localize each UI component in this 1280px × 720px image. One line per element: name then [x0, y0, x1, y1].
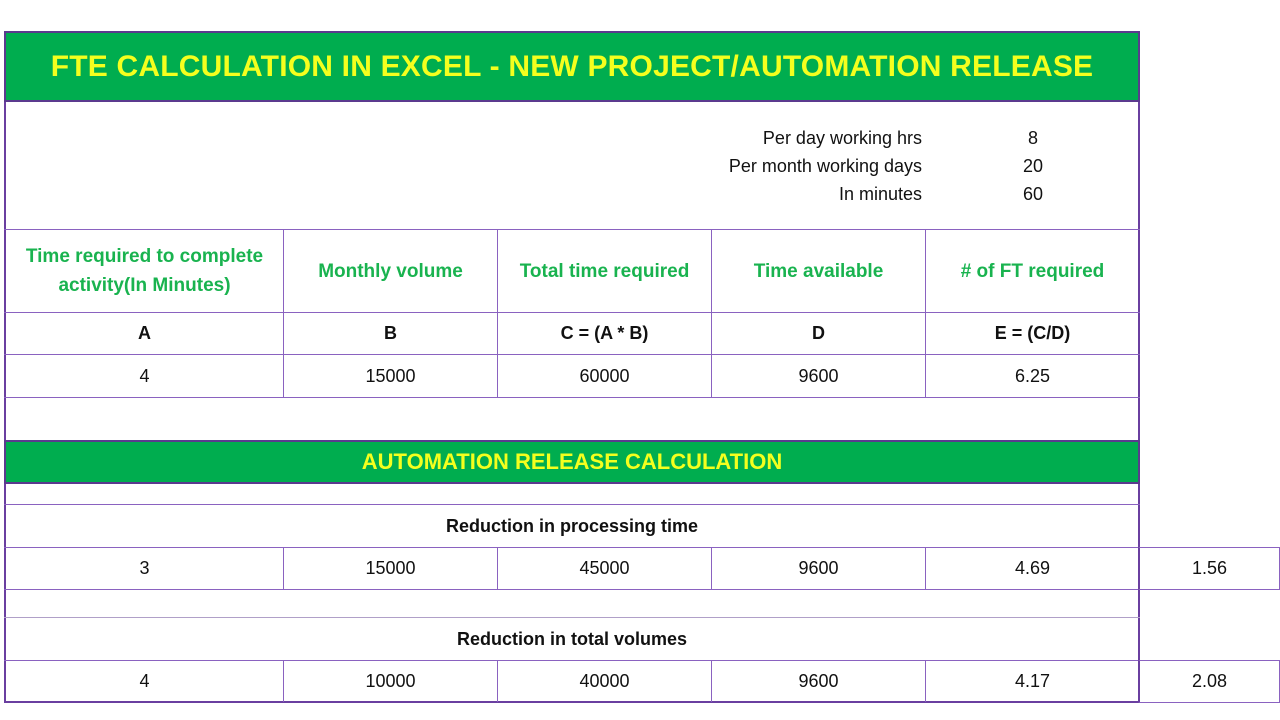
- param-label-day-hours: Per day working hrs: [762, 128, 922, 148]
- scenario1-cell-time[interactable]: 3: [6, 548, 283, 589]
- scenario1-cell-ft-required[interactable]: 4.69: [926, 548, 1139, 589]
- scenario2-cell-total-time[interactable]: 40000: [498, 661, 711, 702]
- column-header-time-available: Time available: [753, 260, 884, 282]
- scenario2-cell-volume[interactable]: 10000: [284, 661, 497, 702]
- page-title: FTE CALCULATION IN EXCEL - NEW PROJECT/A…: [4, 31, 1140, 102]
- param-value-month-days[interactable]: 20: [993, 152, 1073, 180]
- section-title-automation: AUTOMATION RELEASE CALCULATION: [4, 440, 1140, 484]
- scenario1-cell-volume[interactable]: 15000: [284, 548, 497, 589]
- scenario2-cell-time-available[interactable]: 9600: [712, 661, 925, 702]
- column-letter-d: D: [812, 323, 825, 343]
- scenario-label-total-volumes: Reduction in total volumes: [456, 628, 688, 649]
- column-letter-e: E = (C/D): [994, 323, 1071, 343]
- base-cell-time[interactable]: 4: [6, 355, 283, 397]
- param-label-minutes: In minutes: [838, 184, 922, 204]
- scenario1-cell-time-available[interactable]: 9600: [712, 548, 925, 589]
- column-header-time-per-activity: Time required to complete activity(In Mi…: [25, 246, 264, 296]
- base-cell-time-available[interactable]: 9600: [712, 355, 925, 397]
- base-cell-ft-required[interactable]: 6.25: [926, 355, 1139, 397]
- column-header-ft-required: # of FT required: [960, 260, 1105, 282]
- base-cell-total-time[interactable]: 60000: [498, 355, 711, 397]
- param-value-day-hours[interactable]: 8: [993, 124, 1073, 152]
- base-cell-volume[interactable]: 15000: [284, 355, 497, 397]
- scenario2-cell-time[interactable]: 4: [6, 661, 283, 702]
- column-letter-a: A: [138, 323, 151, 343]
- column-letter-c: C = (A * B): [560, 323, 649, 343]
- scenario1-cell-ft-released[interactable]: 1.56: [1138, 547, 1280, 590]
- column-letter-b: B: [384, 323, 397, 343]
- param-label-month-days: Per month working days: [728, 156, 922, 176]
- grid-line: [4, 397, 1140, 398]
- scenario2-cell-ft-required[interactable]: 4.17: [926, 661, 1139, 702]
- column-header-monthly-volume: Monthly volume: [318, 260, 463, 282]
- scenario-label-processing-time: Reduction in processing time: [445, 515, 699, 536]
- scenario2-cell-ft-released[interactable]: 2.08: [1138, 660, 1280, 703]
- grid-line: [4, 589, 1140, 590]
- column-header-total-time: Total time required: [519, 260, 690, 282]
- param-value-minutes[interactable]: 60: [993, 180, 1073, 208]
- scenario1-cell-total-time[interactable]: 45000: [498, 548, 711, 589]
